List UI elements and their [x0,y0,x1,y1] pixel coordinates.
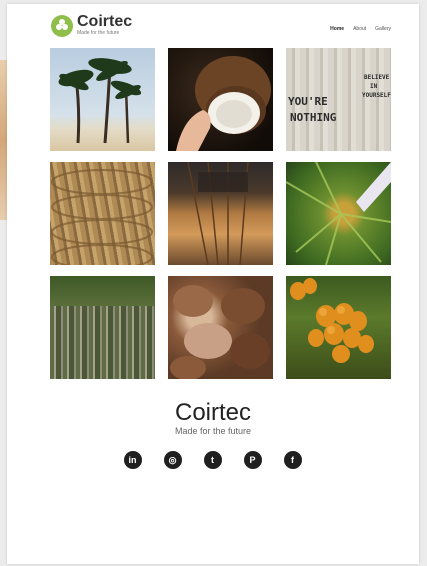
bark-text-yourself: YOURSELF [362,92,391,99]
leaf-logo-icon[interactable] [51,15,73,37]
palm-frond-photo[interactable] [286,162,391,265]
bark-text-nothing: NOTHING [290,111,337,124]
nav-about[interactable]: About [353,26,366,32]
brand-name: Coirtec [77,13,133,30]
nav-gallery[interactable]: Gallery [375,26,391,32]
facebook-icon[interactable]: f [283,451,302,469]
footer-tagline: Made for the future [174,426,252,436]
orange-coconuts-photo[interactable] [286,276,391,379]
linkedin-icon[interactable]: in [123,451,142,469]
bark-carving-photo[interactable]: YOU'RE NOTHING BELIEVE IN YOURSELF [286,48,391,151]
coconut-half-photo[interactable] [168,48,273,151]
main-nav: Home About Gallery [330,26,391,32]
coir-rope-photo[interactable] [50,162,155,265]
bark-text-believe: BELIEVE [364,74,390,81]
palm-beach-photo[interactable] [50,48,155,151]
pinterest-icon[interactable]: P [243,451,262,469]
brand-tagline: Made for the future [77,30,120,36]
twitter-icon[interactable]: t [203,451,222,469]
bark-text-youre: YOU'RE [288,95,328,108]
footer-brand: Coirtec Made for the future [7,399,419,437]
site-header: Coirtec Made for the future Home About G… [7,4,419,46]
social-links: in ◎ t P f [7,451,419,469]
palm-plantation-photo[interactable] [50,276,155,379]
coconut-husks-photo[interactable] [168,276,273,379]
bark-text-in: IN [370,83,378,90]
bamboo-weaving-photo[interactable] [168,162,273,265]
page: Coirtec Made for the future Home About G… [7,4,419,564]
instagram-icon[interactable]: ◎ [163,451,182,469]
nav-home[interactable]: Home [330,26,344,32]
footer-brand-name: Coirtec [174,399,252,426]
brand[interactable]: Coirtec Made for the future [77,13,133,37]
